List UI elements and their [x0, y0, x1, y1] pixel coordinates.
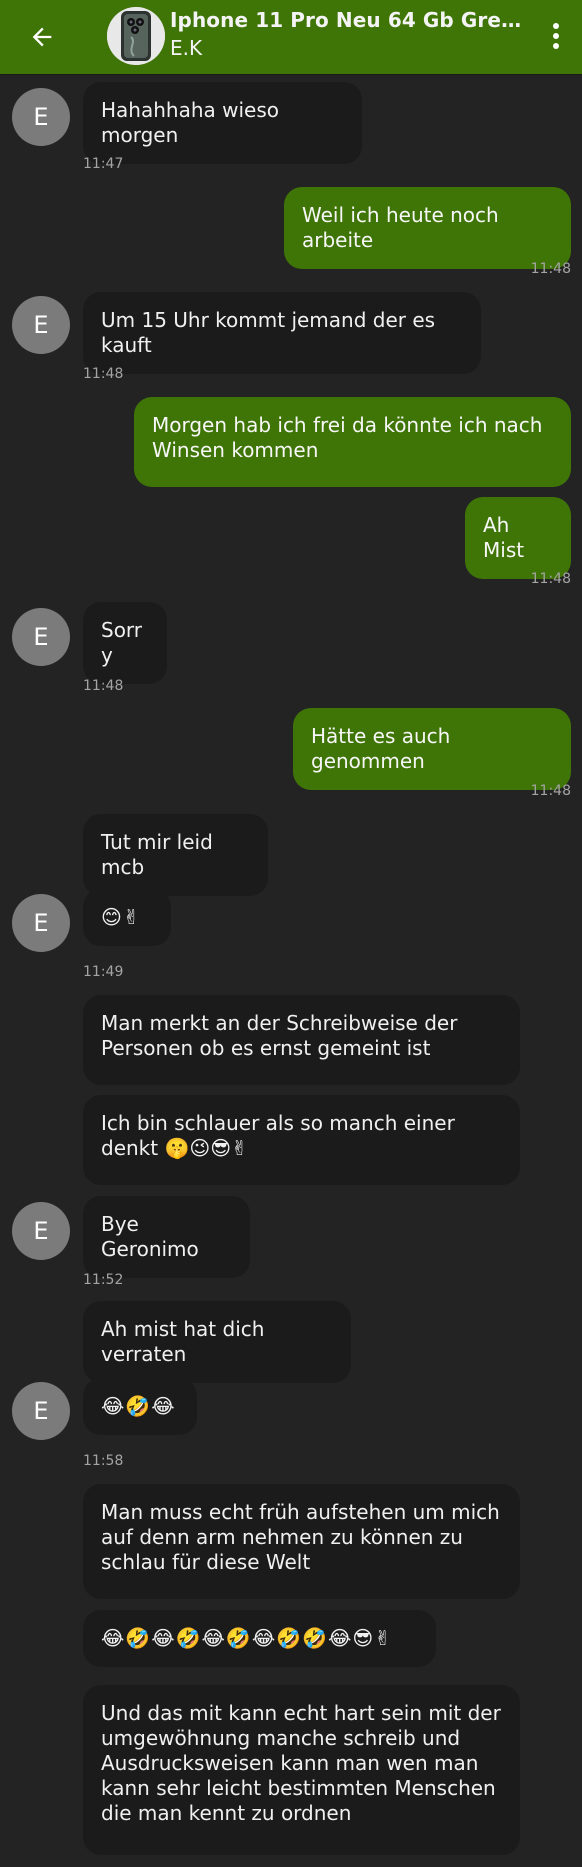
contact-avatar: E — [12, 894, 70, 952]
more-vertical-icon — [553, 23, 559, 49]
contact-avatar: E — [12, 608, 70, 666]
contact-avatar: E — [12, 88, 70, 146]
message-bubble-outgoing[interactable]: Weil ich heute noch arbeite — [284, 187, 571, 269]
message-list[interactable]: E Hahahhaha wieso morgen 11:47 Weil ich … — [0, 74, 582, 1867]
message-bubble-incoming[interactable]: 😊✌ — [83, 889, 171, 946]
back-button[interactable] — [18, 13, 66, 61]
phone-image-icon — [107, 7, 165, 65]
message-timestamp: 11:48 — [530, 783, 571, 799]
message-bubble-incoming[interactable]: Ich bin schlauer als so manch einer denk… — [83, 1095, 520, 1185]
message-bubble-incoming[interactable]: Man muss echt früh aufstehen um mich auf… — [83, 1484, 520, 1599]
message-bubble-incoming[interactable]: Man merkt an der Schreibweise der Person… — [83, 995, 520, 1085]
listing-title: Iphone 11 Pro Neu 64 Gb Grey / 5 ... — [170, 8, 525, 32]
conversation-title[interactable]: Iphone 11 Pro Neu 64 Gb Grey / 5 ... E.K — [170, 8, 525, 66]
message-timestamp: 11:52 — [83, 1272, 124, 1288]
message-bubble-incoming[interactable]: Hahahhaha wieso morgen — [83, 82, 362, 164]
message-bubble-incoming[interactable]: 😂🤣😂 — [83, 1378, 197, 1435]
message-bubble-incoming[interactable]: 😂🤣😂🤣😂🤣😂🤣🤣😂😎✌ — [83, 1610, 436, 1667]
message-timestamp: 11:58 — [83, 1453, 124, 1469]
message-bubble-outgoing[interactable]: Ah Mist — [465, 497, 571, 579]
message-bubble-incoming[interactable]: Tut mir leid mcb — [83, 814, 268, 896]
contact-name: E.K — [170, 36, 203, 60]
message-bubble-incoming[interactable]: Und das mit kann echt hart sein mit der … — [83, 1685, 520, 1855]
message-bubble-incoming[interactable]: Sorry — [83, 602, 167, 684]
more-options-button[interactable] — [542, 16, 570, 56]
chat-screen: Iphone 11 Pro Neu 64 Gb Grey / 5 ... E.K… — [0, 0, 582, 1867]
back-arrow-icon — [32, 27, 52, 47]
message-timestamp: 11:48 — [83, 366, 124, 382]
contact-avatar: E — [12, 296, 70, 354]
message-bubble-outgoing[interactable]: Hätte es auch genommen — [293, 708, 571, 790]
message-timestamp: 11:48 — [530, 571, 571, 587]
message-bubble-incoming[interactable]: Bye Geronimo — [83, 1196, 250, 1278]
message-timestamp: 11:48 — [83, 678, 124, 694]
message-bubble-outgoing[interactable]: Morgen hab ich frei da könnte ich nach W… — [134, 397, 571, 487]
product-avatar[interactable] — [107, 7, 165, 65]
message-timestamp: 11:48 — [530, 261, 571, 277]
chat-header: Iphone 11 Pro Neu 64 Gb Grey / 5 ... E.K — [0, 0, 582, 74]
contact-avatar: E — [12, 1382, 70, 1440]
contact-avatar: E — [12, 1202, 70, 1260]
message-bubble-incoming[interactable]: Ah mist hat dich verraten — [83, 1301, 351, 1383]
message-bubble-incoming[interactable]: Um 15 Uhr kommt jemand der es kauft — [83, 292, 481, 374]
message-timestamp: 11:47 — [83, 156, 124, 172]
message-timestamp: 11:49 — [83, 964, 124, 980]
